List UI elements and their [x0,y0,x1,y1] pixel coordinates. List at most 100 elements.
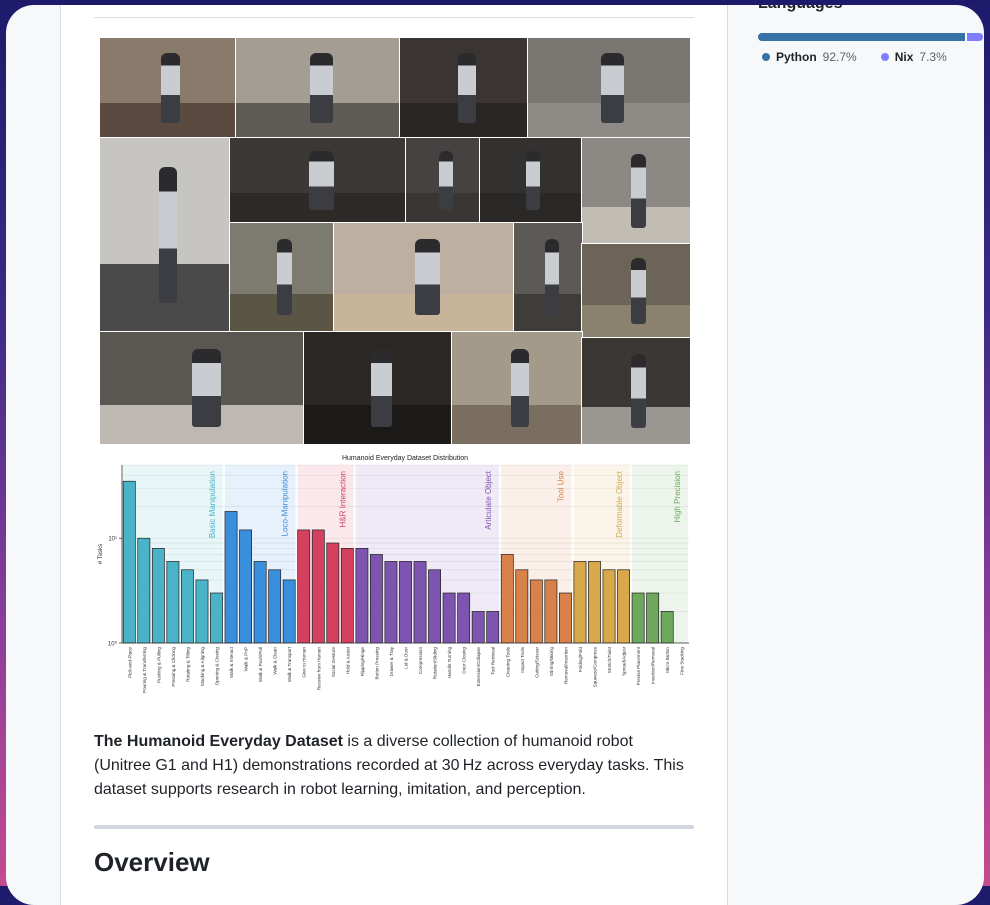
bar [486,611,500,644]
x-tick-label: Cutting/Scissor [534,647,539,678]
group-label: Tool Use [557,470,566,502]
x-tick-label: Micro Button [665,647,670,673]
y-axis-label: # Tasks [98,544,104,564]
bar [122,480,136,644]
readme-panel: Humanoid Everyday Dataset Distribution Ba… [60,5,728,905]
x-tick-label: Spread/Adjust [622,646,627,676]
bar [384,561,398,644]
bar [355,548,369,644]
x-tick-label: Pushing & Pulling [156,647,161,683]
x-tick-label: Walk & Interact [229,646,234,678]
x-tick-label: Walk & PnP [244,647,249,671]
y-tick-label: 10⁰ [108,641,118,648]
languages-heading: Languages [758,5,842,13]
x-tick-label: Walk & Push/Pull [258,647,263,682]
bar [137,537,151,644]
x-tick-label: Social Gesture [331,647,336,678]
divider [94,17,694,18]
group-label: H&R Interaction [339,471,348,527]
bar [311,529,325,644]
x-tick-label: Folding/Fold [578,647,583,673]
x-tick-label: Rotating & Tilting [185,647,190,682]
x-tick-label: Receive from Human [316,647,321,691]
x-tick-label: Drawer & Tray [389,646,394,676]
bar [326,542,340,644]
robot-photo [235,37,401,139]
robot-photo [581,137,691,245]
bar [471,611,485,644]
bar [340,548,354,644]
language-segment-python [758,33,965,41]
bar [559,592,572,644]
overview-heading: Overview [94,847,210,877]
x-tick-label: Opening & Closing [215,647,220,686]
languages-list: Python 92.7% Nix 7.3% [762,50,947,64]
bar [457,592,471,644]
x-tick-label: Fine Stacking [680,647,685,675]
bar [573,561,587,644]
x-tick-label: Pouring & Transferring [142,647,147,693]
y-tick-label: 10¹ [108,537,117,543]
x-tick-label: Compression [418,647,423,675]
x-tick-label: Stirring/Mixing [549,647,554,677]
bar [602,569,616,644]
bar [500,554,514,644]
robot-photo [99,37,237,139]
bar [239,529,252,644]
language-color-dot [762,53,770,61]
bar [297,529,311,644]
robot-photo [333,222,515,333]
language-item-python[interactable]: Python 92.7% [762,50,857,64]
x-tick-label: Extension/Collapse [476,647,481,687]
bar [195,579,209,644]
bar [370,554,383,644]
robot-photo [451,331,583,445]
bar [588,561,601,644]
group-label: High Precision [673,471,682,523]
bar [253,561,267,644]
bar [515,569,529,644]
x-tick-label: Give to Human [302,647,307,678]
language-percent: 92.7% [822,50,857,64]
bar [631,592,645,644]
x-tick-label: Insertion/Removal [651,647,656,684]
robot-photo [527,37,691,139]
bar [210,592,223,644]
robot-photo-collage [99,37,691,445]
languages-bar [758,33,983,41]
section-divider [94,825,694,829]
bar [399,561,412,644]
dataset-description: The Humanoid Everyday Dataset is a diver… [94,730,694,802]
language-name: Nix [894,50,914,64]
x-tick-label: Tool Retrieval [491,647,496,675]
robot-photo [229,222,335,333]
language-name: Python [776,50,817,64]
x-tick-label: Flipping/Hinge [360,647,365,677]
dataset-name: The Humanoid Everyday Dataset [94,733,343,750]
bar [268,569,282,644]
bar [617,569,630,644]
bar [181,569,194,644]
language-item-nix[interactable]: Nix 7.3% [880,50,947,64]
x-tick-label: Cleaning Tools [505,646,510,677]
language-color-dot [880,53,889,61]
robot-photo [229,137,407,224]
chart-svg: Humanoid Everyday Dataset Distribution Ba… [98,455,689,693]
x-tick-label: Lid & Door [404,647,409,669]
bar [544,579,558,644]
bar [529,579,543,644]
x-tick-label: Squeeze/Compress [593,646,598,687]
x-tick-label: Button Pressing [374,647,379,680]
language-segment-nix [964,33,983,41]
group-label: Articulate Object [484,470,493,529]
robot-photo [405,137,481,224]
bar [413,561,427,644]
distribution-chart: Humanoid Everyday Dataset Distribution Ba… [94,453,694,703]
bar [442,592,456,644]
group-label: Loco-Manipulation [280,471,289,536]
x-tick-label: Hold & Assist [345,646,350,674]
x-tick-label: Precise Placement [636,646,641,685]
x-tick-label: Stacking & Aligning [200,647,205,687]
x-tick-label: Stretch/Twist [607,646,612,673]
robot-photo [479,137,583,224]
